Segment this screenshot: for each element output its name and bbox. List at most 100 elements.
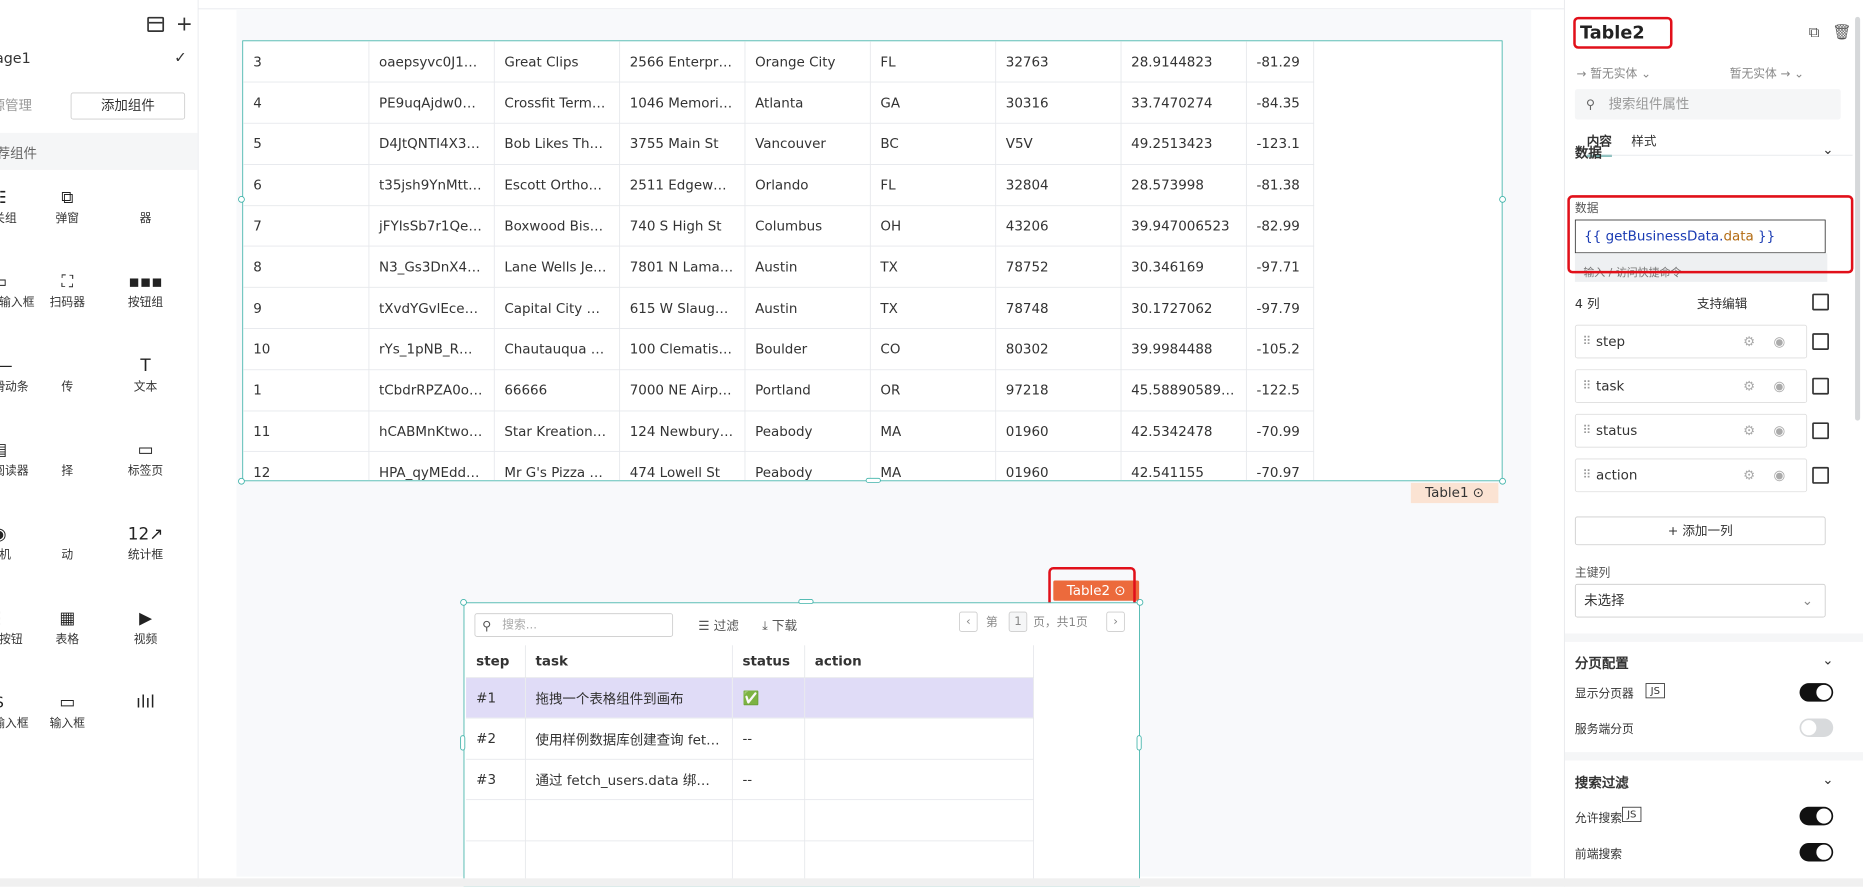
column-editable-checkbox[interactable] — [1812, 422, 1829, 440]
table-row[interactable]: 4 PE9uqAjdw0E4-8... Crossfit Terminus 1046 … — [243, 82, 1314, 124]
layout-icon[interactable] — [147, 16, 165, 32]
table2-widget[interactable]: ⚲ 搜索... ☰ 过滤 ⤓ 下载 ‹ 第 1 页，共1页 › step task s… — [463, 602, 1140, 887]
resize-handle-top-right[interactable] — [1136, 599, 1144, 606]
column-header[interactable]: task — [524, 645, 733, 678]
resize-handle-left-2[interactable] — [460, 735, 466, 751]
table1-tag[interactable]: Table1 ⊙ — [1410, 482, 1499, 504]
table-row[interactable]: 12HPA_qyMEddpAEt...Mr G's Pizza & Subs47… — [243, 451, 1314, 481]
entity-left[interactable]: → 暂无实体 ⌄ — [1577, 65, 1651, 82]
column-config-row[interactable]: ⠿ step ⚙ ◉ — [1574, 324, 1808, 359]
add-column-button[interactable]: + 添加一列 — [1574, 516, 1826, 546]
column-editable-checkbox[interactable] — [1812, 377, 1829, 395]
gear-icon[interactable]: ⚙ — [1743, 370, 1755, 402]
primary-key-select[interactable]: 未选择 ⌄ — [1574, 583, 1826, 618]
table-row[interactable]: 9tXvdYGvlEceDljN8...Capital City Barber.… — [243, 287, 1314, 330]
column-header[interactable]: step — [466, 645, 526, 678]
drag-handle-icon[interactable]: ⠿ — [1582, 326, 1591, 358]
support-edit-checkbox[interactable] — [1812, 293, 1829, 311]
table-row[interactable]: #3通过 fetch_users.data 绑定查询数据-- — [466, 758, 1034, 801]
resize-handle-left[interactable] — [238, 196, 245, 203]
table-row[interactable]: #1 拖拽一个表格组件到画布 ✅ — [466, 677, 1034, 719]
eye-icon[interactable]: ◉ — [1773, 459, 1785, 491]
eye-icon[interactable]: ◉ — [1773, 370, 1785, 402]
eye-icon[interactable]: ◉ — [1773, 326, 1785, 358]
current-page[interactable]: 1 — [1008, 611, 1028, 632]
data-section-title[interactable]: 数据 — [1575, 141, 1602, 161]
component-item[interactable]: ⧉ 弹窗 — [29, 187, 105, 227]
js-badge[interactable]: JS — [1622, 806, 1642, 822]
component-item[interactable]: T 文本 — [108, 355, 184, 395]
server-pagination-toggle[interactable] — [1799, 718, 1834, 737]
table-row[interactable]: 1 tCbdrRPZA0oiIYS... 66666 7000 NE Airport … — [243, 369, 1314, 412]
drag-handle-icon[interactable]: ⠿ — [1582, 459, 1591, 491]
js-badge[interactable]: JS — [1645, 683, 1666, 699]
resize-handle-right[interactable] — [1499, 196, 1506, 203]
filter-button[interactable]: ☰ 过滤 — [698, 617, 739, 635]
property-search-input[interactable]: ⚲ 搜索组件属性 — [1574, 89, 1841, 120]
resize-handle-bottom-left[interactable] — [238, 477, 245, 485]
canvas[interactable]: 3oaepsyvc0J17qwi...Great Clips2566 Enter… — [198, 0, 1564, 887]
chevron-down-icon[interactable]: ⌄ — [1822, 141, 1833, 157]
component-item[interactable]: ▭ 标签页 — [108, 439, 184, 479]
chevron-down-icon[interactable]: ⌄ — [1822, 771, 1833, 787]
frontend-search-toggle[interactable] — [1799, 842, 1834, 862]
page-name[interactable]: age1 — [0, 50, 31, 67]
table-row[interactable]: 7 jFYIsSb7r1QeESV... Boxwood Biscuit 740 S … — [243, 205, 1314, 247]
component-item[interactable]: 择 — [29, 439, 105, 479]
tab-datasource[interactable]: 源管理 — [0, 94, 32, 114]
pagination-section-title[interactable]: 分页配置 — [1575, 652, 1629, 672]
delete-icon[interactable]: 🗑 — [1832, 24, 1851, 42]
gear-icon[interactable]: ⚙ — [1743, 326, 1755, 358]
drag-handle-icon[interactable]: ⠿ — [1582, 415, 1591, 447]
column-editable-checkbox[interactable] — [1812, 333, 1829, 350]
search-filter-section-title[interactable]: 搜索过滤 — [1575, 771, 1629, 791]
component-item[interactable]: ⛶ 扫码器 — [29, 271, 105, 311]
component-item[interactable]: ▪▪▪ 按钮组 — [108, 271, 184, 311]
allow-search-toggle[interactable] — [1799, 806, 1834, 826]
column-config-row[interactable]: ⠿ action ⚙ ◉ — [1574, 458, 1808, 493]
gear-icon[interactable]: ⚙ — [1743, 459, 1755, 491]
table-row[interactable]: 10rYs_1pNB_RMtn5...Chautauqua Gener...10… — [243, 328, 1314, 371]
resize-handle-top[interactable] — [798, 599, 814, 605]
component-item[interactable]: ılıl — [108, 692, 184, 717]
component-item[interactable]: ▭ 输入框 — [29, 692, 105, 732]
show-pager-toggle[interactable] — [1799, 683, 1834, 702]
column-editable-checkbox[interactable] — [1812, 466, 1829, 484]
next-page-button[interactable]: › — [1106, 611, 1125, 632]
table-row[interactable]: 3oaepsyvc0J17qwi...Great Clips2566 Enter… — [243, 41, 1314, 83]
column-header[interactable]: action — [804, 645, 1034, 678]
resize-handle-top-left[interactable] — [460, 599, 467, 606]
table-row[interactable]: 6t35jsh9YnMtttm69...Escott Orthodontics2… — [243, 164, 1314, 206]
component-item[interactable]: ▶ 视频 — [108, 607, 184, 647]
table-row[interactable]: #2使用样例数据库创建查询 fetch_us...-- — [466, 718, 1034, 760]
component-item[interactable]: ▦ 表格 — [29, 607, 105, 647]
download-button[interactable]: ⤓ 下载 — [762, 617, 797, 635]
resize-handle-bottom[interactable] — [865, 477, 881, 483]
entity-right[interactable]: 暂无实体 → ⌄ — [1730, 65, 1804, 82]
tab-style[interactable]: 样式 — [1631, 132, 1656, 150]
table-row[interactable]: 11hCABMnKtwo4Y9...Star Kreations Sal...1… — [243, 410, 1314, 453]
table2-search-input[interactable]: ⚲ 搜索... — [474, 613, 674, 637]
component-item[interactable]: 12↗ 统计框 — [108, 523, 184, 563]
component-item[interactable]: 动 — [29, 523, 105, 563]
component-item[interactable]: 传 — [29, 355, 105, 395]
add-page-icon[interactable]: + — [176, 12, 193, 36]
drag-handle-icon[interactable]: ⠿ — [1582, 370, 1591, 402]
eye-icon[interactable]: ◉ — [1773, 415, 1785, 447]
column-config-row[interactable]: ⠿ task ⚙ ◉ — [1574, 369, 1808, 403]
component-item[interactable]: 器 — [108, 187, 184, 227]
resize-handle-right-2[interactable] — [1136, 735, 1142, 751]
tab-add-component[interactable]: 添加组件 — [70, 92, 186, 120]
column-header[interactable]: status — [731, 645, 805, 678]
chevron-down-icon[interactable]: ⌄ — [1822, 652, 1833, 668]
component-title[interactable]: Table2 — [1580, 23, 1645, 43]
column-config-row[interactable]: ⠿ status ⚙ ◉ — [1574, 413, 1808, 448]
prev-page-button[interactable]: ‹ — [959, 611, 978, 632]
table-row[interactable]: 5D4JtQNTI4X3Kcbz...Bob Likes Thai Food37… — [243, 123, 1314, 165]
resize-handle-bottom-right[interactable] — [1499, 477, 1506, 485]
copy-icon[interactable]: ⧉ — [1809, 24, 1820, 42]
gear-icon[interactable]: ⚙ — [1743, 415, 1755, 447]
table-row[interactable]: 8N3_Gs3DnX4k9Sg...Lane Wells Jewelr...78… — [243, 246, 1314, 288]
table1-widget[interactable]: 3oaepsyvc0J17qwi...Great Clips2566 Enter… — [242, 40, 1503, 482]
property-scrollbar[interactable] — [1855, 16, 1861, 421]
